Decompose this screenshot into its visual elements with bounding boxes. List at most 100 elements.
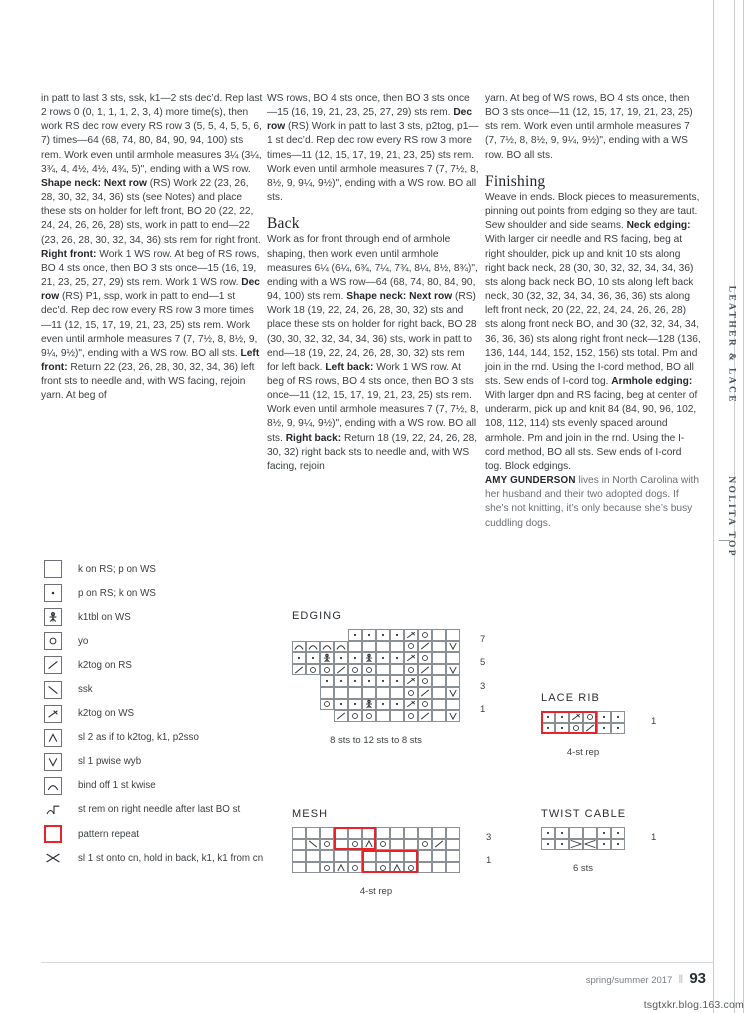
- chart-cell-yo: [320, 838, 334, 851]
- chart-cell-empty: [418, 827, 432, 839]
- chart-caption: 8 sts to 12 sts to 8 sts: [330, 734, 422, 746]
- chart-cell-k2togws: [569, 711, 583, 723]
- chart-cell-purl: [390, 629, 404, 641]
- chart-cell-empty: [404, 850, 418, 862]
- chart-cell-empty: [390, 710, 404, 722]
- chart-cell-purl: [611, 711, 625, 723]
- chart-cell-purl: [555, 838, 569, 851]
- chart-cell-purl: [611, 827, 625, 839]
- legend-row: p on RS; k on WS: [44, 581, 294, 605]
- chart-cell-purl: [597, 838, 611, 851]
- chart-row: [292, 861, 460, 874]
- chart-cell-yo: [348, 663, 362, 676]
- chart-cell-yo: [569, 722, 583, 735]
- chart-cell-empty: [446, 838, 460, 851]
- magazine-page: LEATHER & LACE NOLITA TOP in patt to las…: [0, 0, 750, 1013]
- legend-row: bind off 1 st kwise: [44, 774, 294, 798]
- chart-title: EDGING: [292, 610, 342, 622]
- text-column-3: yarn. At beg of WS rows, BO 4 sts once, …: [485, 92, 701, 531]
- chart-cell-empty: [292, 827, 306, 839]
- chart-cell-empty: [348, 686, 362, 699]
- chart-cell-empty: [320, 850, 334, 862]
- chart-grid: [541, 827, 625, 851]
- chart-cell-purl: [541, 827, 555, 839]
- chart-cell-k2togws: [404, 698, 418, 711]
- chart-cell-empty: [432, 850, 446, 862]
- chart-row-number: 1: [486, 855, 492, 867]
- chart-cell-purl: [334, 698, 348, 711]
- legend-symbol-repeat-icon: [44, 825, 62, 844]
- chart-cell-yo: [404, 710, 418, 722]
- chart-cell-empty: [362, 640, 376, 653]
- chart-cell-purl: [611, 722, 625, 735]
- legend-row: sl 1 pwise wyb: [44, 750, 294, 774]
- chart-cell-empty: [432, 710, 446, 722]
- paragraph: WS rows, BO 4 sts once, then BO 3 sts on…: [267, 93, 479, 204]
- chart-cell-empty: [418, 850, 432, 862]
- legend-row: st rem on right needle after last BO st: [44, 798, 294, 822]
- chart-cell-bindoff: [334, 640, 348, 653]
- chart-cell-k2togws: [404, 629, 418, 641]
- chart-cell-empty: [432, 861, 446, 874]
- chart-row-number: 5: [480, 657, 486, 669]
- chart-cell-empty: [334, 686, 348, 699]
- text-column-2: WS rows, BO 4 sts once, then BO 3 sts on…: [267, 92, 479, 474]
- chart-cell-purl: [376, 652, 390, 664]
- chart-cell-empty: [390, 640, 404, 653]
- chart-cell-yo: [320, 663, 334, 676]
- chart-title: TWIST CABLE: [541, 808, 627, 820]
- chart-cell-purl: [611, 838, 625, 851]
- chart-cell-yo: [348, 838, 362, 851]
- section-heading: Back: [267, 215, 300, 233]
- chart-cell-yo: [376, 838, 390, 851]
- paragraph: Work as for front through end of armhole…: [267, 234, 479, 472]
- chart-row: [541, 838, 625, 851]
- chart-cell-empty: [348, 640, 362, 653]
- chart-cell-empty: [446, 652, 460, 664]
- chart-row-number: 1: [480, 703, 486, 715]
- chart-cell-empty: [348, 827, 362, 839]
- chart-cell-empty: [432, 686, 446, 699]
- legend-label: p on RS; k on WS: [78, 587, 156, 599]
- chart-cell-empty: [320, 629, 334, 641]
- chart-cell-empty: [446, 698, 460, 711]
- chart-cell-yo: [404, 861, 418, 874]
- legend-row: pattern repeat: [44, 822, 294, 846]
- chart-row-number: 3: [480, 680, 486, 692]
- legend-row: ssk: [44, 677, 294, 701]
- chart-cell-purl: [390, 698, 404, 711]
- chart-cell-yo: [418, 838, 432, 851]
- legend-label: k2tog on RS: [78, 659, 132, 671]
- chart-row-number: 1: [651, 716, 657, 728]
- chart-cell-empty: [292, 710, 306, 722]
- chart-cell-yo: [362, 710, 376, 722]
- chart-edging: EDGING 7 5 3 1 8 sts to 12 sts to 8 sts: [292, 610, 485, 746]
- chart-cell-empty: [292, 629, 306, 641]
- chart-cell-empty: [292, 675, 306, 687]
- chart-row: [292, 686, 460, 699]
- footer-divider-icon: ‖: [678, 972, 684, 986]
- chart-twist-cable: TWIST CABLE 1 6 sts: [541, 808, 656, 875]
- chart-cell-empty: [390, 827, 404, 839]
- chart-cell-k2tog: [334, 663, 348, 676]
- running-head-collection: LEATHER & LACE: [726, 285, 736, 404]
- chart-cell-yo: [404, 663, 418, 676]
- chart-cell-yo: [376, 861, 390, 874]
- chart-cell-purl: [348, 629, 362, 641]
- chart-cell-empty: [376, 640, 390, 653]
- chart-cell-k2togws: [404, 675, 418, 687]
- chart-cell-purl: [376, 629, 390, 641]
- chart-cell-empty: [306, 861, 320, 874]
- chart-cell-empty: [306, 710, 320, 722]
- chart-grid: [292, 827, 460, 874]
- chart-cell-purl: [555, 722, 569, 735]
- chart-row: [541, 722, 625, 735]
- chart-caption: 6 sts: [572, 863, 594, 875]
- chart-cell-empty: [446, 675, 460, 687]
- chart-cell-yo: [306, 663, 320, 676]
- chart-cell-empty: [306, 687, 320, 699]
- chart-cell-purl: [362, 629, 376, 641]
- chart-row: [292, 652, 460, 664]
- legend-label: bind off 1 st kwise: [78, 780, 156, 792]
- legend-symbol-slwyb-icon: [44, 752, 62, 771]
